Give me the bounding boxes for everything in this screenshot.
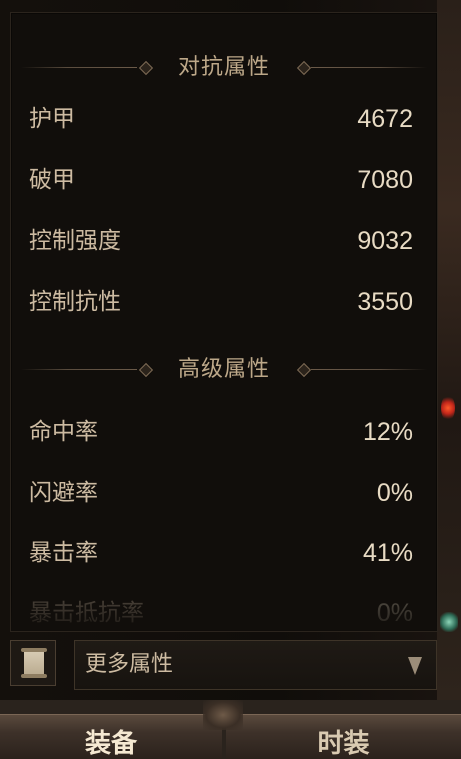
stat-label: 控制抗性 <box>29 289 121 315</box>
stat-value: 3550 <box>357 288 413 316</box>
stat-row-armor: 护甲 4672 <box>29 101 413 137</box>
stat-label: 闪避率 <box>29 480 98 506</box>
section-title: 高级属性 <box>177 357 270 382</box>
stat-row-armor-break: 破甲 7080 <box>29 162 413 198</box>
attributes-panel[interactable]: 对抗属性 护甲 4672 破甲 7080 控制强度 9032 控制抗性 3550… <box>10 12 438 632</box>
stat-label: 暴击率 <box>29 540 98 566</box>
dropdown-label: 更多属性 <box>85 652 174 677</box>
stat-row-control-strength: 控制强度 9032 <box>29 223 413 259</box>
tab-divider-ornament <box>203 700 243 730</box>
stat-value: 0% <box>376 599 413 627</box>
stat-value: 12% <box>362 418 413 446</box>
scroll-button[interactable] <box>10 640 56 686</box>
scroll-icon <box>21 648 47 678</box>
more-attributes-dropdown[interactable]: 更多属性 <box>74 640 437 690</box>
stat-label: 暴击抵抗率 <box>29 600 144 626</box>
stat-value: 4672 <box>357 105 413 133</box>
stat-value: 9032 <box>357 227 413 255</box>
stat-value: 7080 <box>357 166 413 194</box>
stat-label: 护甲 <box>29 106 75 132</box>
chevron-down-icon <box>408 657 422 675</box>
section-header-combat: 对抗属性 <box>11 53 437 83</box>
tab-label: 装备 <box>84 729 137 759</box>
divider-line <box>311 67 427 68</box>
stat-row-control-resistance: 控制抗性 3550 <box>29 284 413 320</box>
stat-row-hit-rate: 命中率 12% <box>29 414 413 450</box>
background-gem <box>440 612 458 632</box>
section-title: 对抗属性 <box>177 55 270 80</box>
stat-row-crit-resistance: 暴击抵抗率 0% <box>29 595 413 631</box>
divider-line <box>311 369 427 370</box>
stat-value: 0% <box>376 479 413 507</box>
tab-label: 时装 <box>317 729 370 759</box>
stat-row-crit-rate: 暴击率 41% <box>29 535 413 571</box>
character-attributes-screen: 对抗属性 护甲 4672 破甲 7080 控制强度 9032 控制抗性 3550… <box>0 0 461 759</box>
tab-fashion[interactable]: 时装 <box>226 714 461 759</box>
tab-equipment[interactable]: 装备 <box>0 714 222 759</box>
stat-label: 命中率 <box>29 419 98 445</box>
section-header-advanced: 高级属性 <box>11 355 437 385</box>
background-scene <box>437 0 461 700</box>
stat-label: 破甲 <box>29 167 75 193</box>
background-effect <box>441 395 455 421</box>
stat-row-dodge-rate: 闪避率 0% <box>29 475 413 511</box>
stat-value: 41% <box>362 539 413 567</box>
stat-label: 控制强度 <box>29 228 121 254</box>
